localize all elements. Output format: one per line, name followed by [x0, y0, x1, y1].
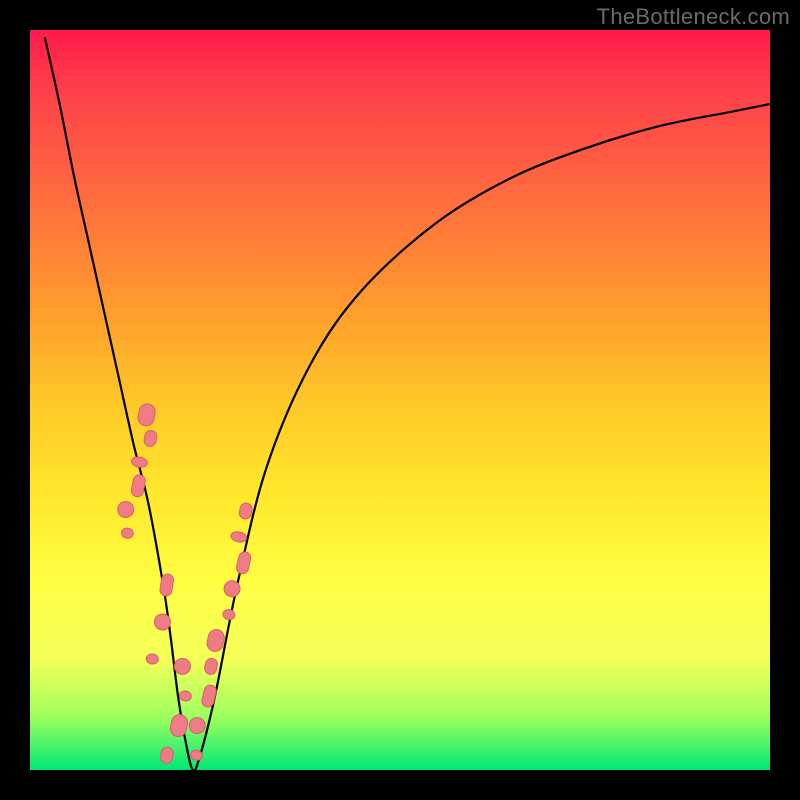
bead-layer — [30, 30, 770, 770]
bead — [178, 690, 192, 702]
bead — [131, 456, 149, 469]
bead — [143, 430, 158, 448]
plot-area — [30, 30, 770, 770]
bead — [238, 502, 253, 520]
chart-frame: TheBottleneck.com — [0, 0, 800, 800]
bead — [189, 749, 203, 762]
bead — [137, 403, 157, 428]
bead — [204, 657, 219, 675]
bead — [130, 474, 146, 498]
bead — [188, 716, 207, 735]
bead — [206, 628, 226, 653]
bead — [222, 608, 236, 620]
bead — [230, 530, 248, 543]
bead — [153, 613, 171, 631]
bead — [169, 713, 189, 738]
bead — [116, 500, 135, 519]
bead — [159, 573, 174, 597]
bead — [201, 684, 218, 708]
bead — [159, 746, 174, 764]
bead — [173, 657, 192, 676]
bead — [235, 551, 251, 575]
bead — [146, 653, 159, 665]
watermark-text: TheBottleneck.com — [597, 4, 790, 30]
bead — [223, 579, 242, 598]
bead — [121, 527, 135, 539]
bead-group — [116, 403, 253, 765]
